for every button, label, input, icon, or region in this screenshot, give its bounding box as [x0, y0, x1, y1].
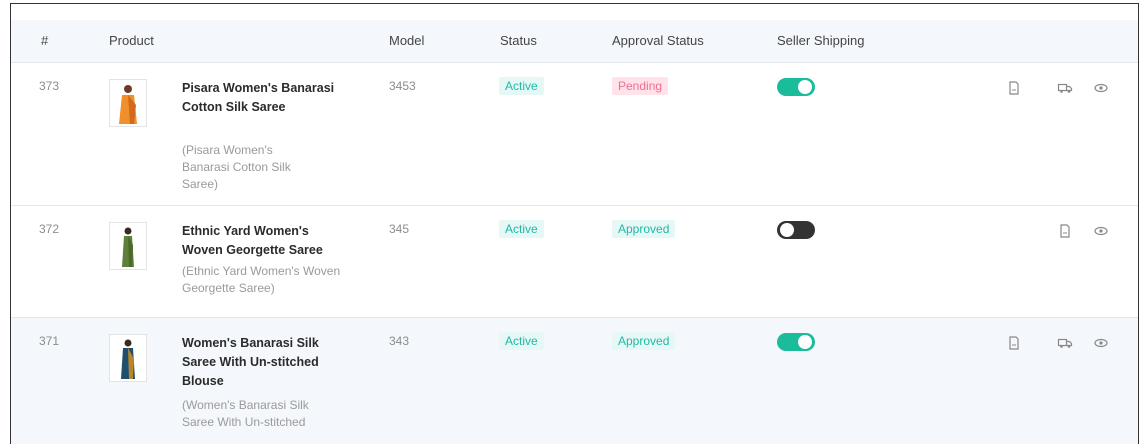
document-icon[interactable]	[1057, 223, 1073, 239]
eye-icon[interactable]	[1093, 223, 1109, 239]
product-subtitle: (Women's Banarasi Silk Saree With Un-sti…	[182, 398, 309, 429]
row-id: 371	[39, 334, 60, 348]
table-header: # Product Model Status Approval Status S…	[11, 20, 1138, 62]
row-id: 372	[39, 222, 60, 236]
seller-shipping-toggle[interactable]	[777, 78, 815, 96]
header-product: Product	[109, 33, 154, 48]
status-badge: Active	[499, 332, 544, 350]
status-badge: Active	[499, 77, 544, 95]
header-approval-status: Approval Status	[612, 33, 704, 48]
product-title[interactable]: Women's Banarasi Silk Saree With Un-stit…	[182, 334, 342, 391]
product-subtitle: (Pisara Women's Banarasi Cotton Silk Sar…	[182, 143, 291, 191]
product-thumbnail[interactable]	[109, 334, 147, 382]
seller-shipping-toggle[interactable]	[777, 333, 815, 351]
approval-status-badge: Approved	[612, 332, 676, 350]
product-model: 343	[389, 334, 410, 348]
approval-status-badge: Pending	[612, 77, 669, 95]
header-model: Model	[389, 33, 425, 48]
product-thumbnail[interactable]	[109, 222, 147, 270]
status-badge: Active	[499, 220, 544, 238]
approval-status-badge: Approved	[612, 220, 676, 238]
product-model: 3453	[389, 79, 416, 93]
product-title[interactable]: Pisara Women's Banarasi Cotton Silk Sare…	[182, 79, 342, 117]
document-icon[interactable]	[1006, 80, 1022, 96]
seller-shipping-toggle[interactable]	[777, 221, 815, 239]
header-seller-shipping: Seller Shipping	[777, 33, 865, 48]
table-row: 373 Pisara Women's Banarasi Cotton Silk …	[11, 62, 1138, 206]
truck-icon[interactable]	[1057, 335, 1073, 351]
row-id: 373	[39, 79, 60, 93]
header-status: Status	[500, 33, 537, 48]
product-subtitle: (Ethnic Yard Women's Woven Georgette Sar…	[182, 264, 341, 295]
truck-icon[interactable]	[1057, 80, 1073, 96]
eye-icon[interactable]	[1093, 335, 1109, 351]
document-icon[interactable]	[1006, 335, 1022, 351]
eye-icon[interactable]	[1093, 80, 1109, 96]
header-id: #	[41, 33, 49, 48]
table-row: 372 Ethnic Yard Women's Woven Georgette …	[11, 205, 1138, 318]
product-model: 345	[389, 222, 410, 236]
product-table-panel: # Product Model Status Approval Status S…	[10, 3, 1139, 444]
product-thumbnail[interactable]	[109, 79, 147, 127]
product-title[interactable]: Ethnic Yard Women's Woven Georgette Sare…	[182, 222, 342, 260]
